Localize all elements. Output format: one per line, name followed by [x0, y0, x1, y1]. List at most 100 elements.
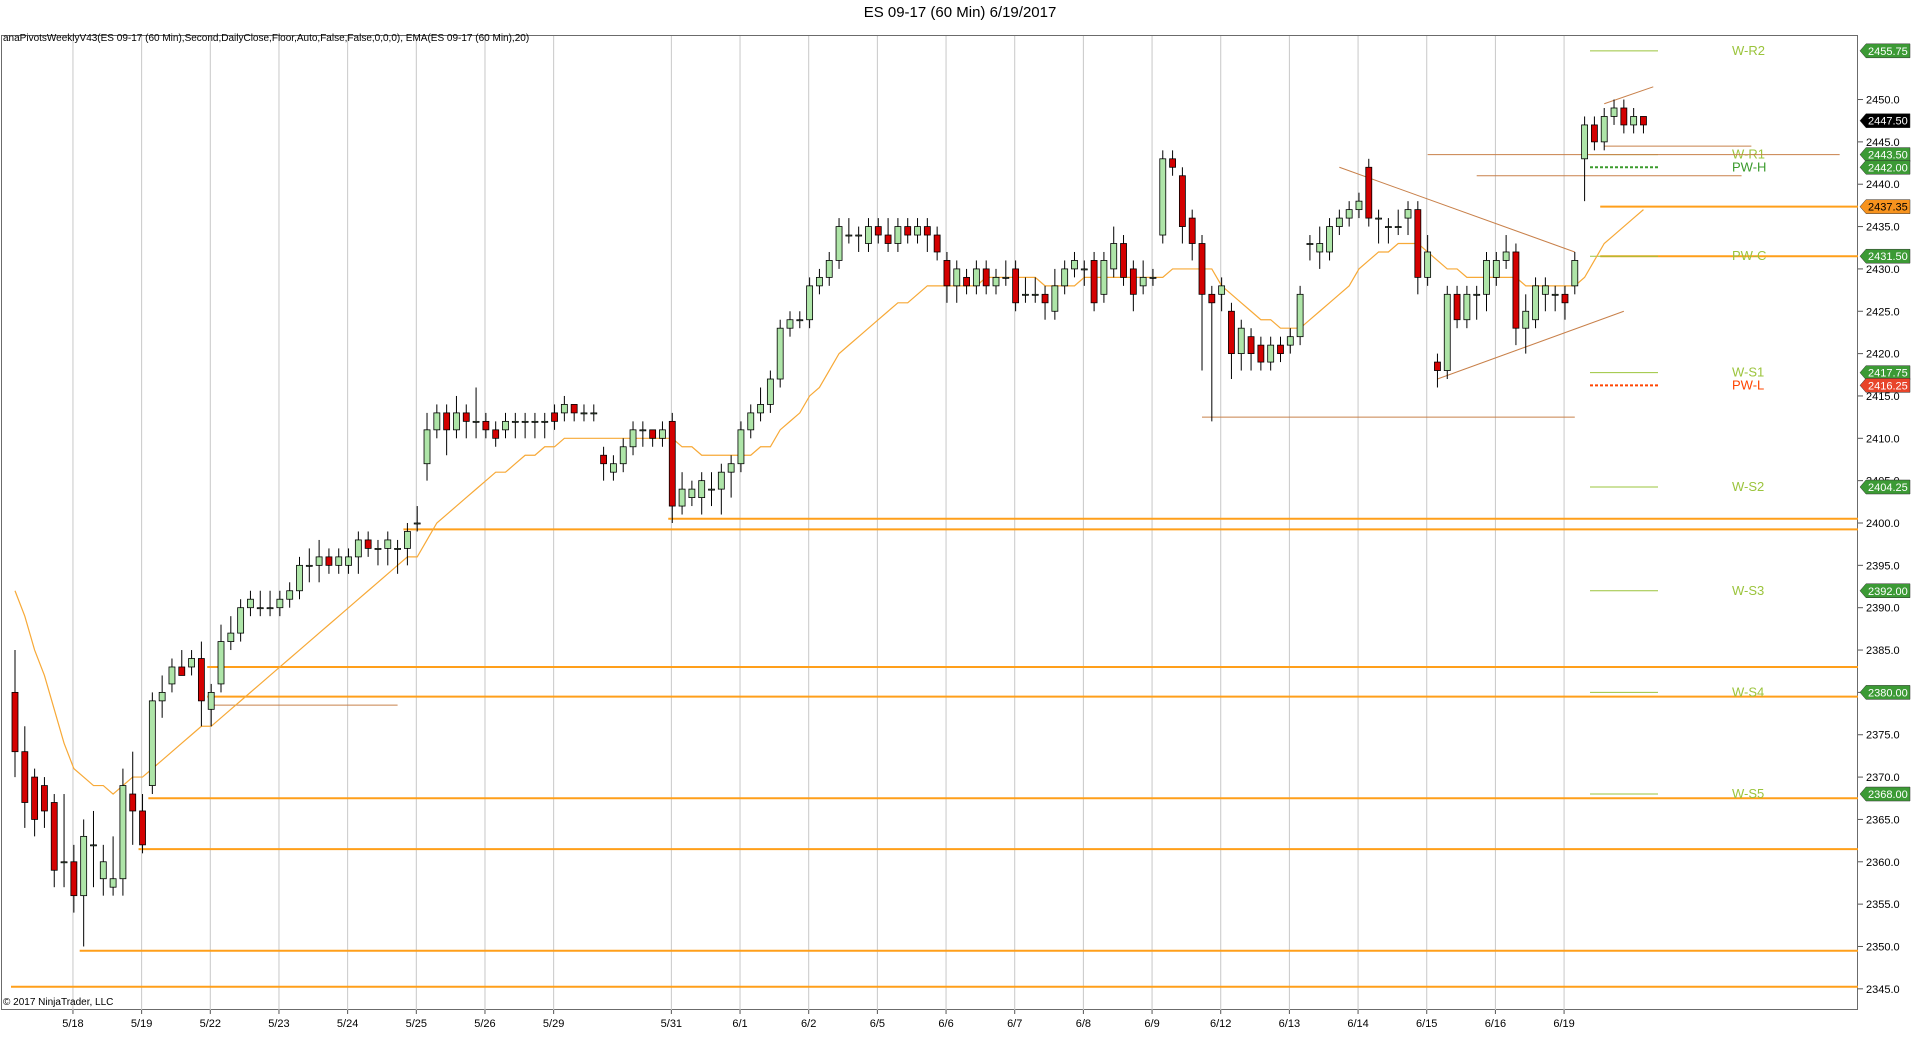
candle-body	[649, 429, 657, 439]
candle-body	[256, 607, 264, 610]
pivot-level-label: W-S3	[1732, 583, 1764, 598]
candle-body	[1267, 344, 1275, 363]
candle-body	[1640, 116, 1647, 126]
y-tick-label: 2445.0	[1866, 137, 1900, 149]
candle-body	[972, 268, 980, 287]
x-tick-label: 6/6	[938, 1018, 953, 1030]
candle-body	[364, 539, 372, 549]
candle-body	[855, 234, 863, 237]
candle-body	[708, 488, 715, 491]
candle-body	[502, 420, 509, 431]
candle-body	[384, 539, 392, 549]
candle-body	[305, 564, 313, 567]
pivot-level-label: W-S4	[1732, 684, 1764, 699]
x-tick-label: 6/13	[1279, 1018, 1300, 1030]
candle-body	[1600, 116, 1608, 143]
candle-body	[207, 691, 215, 710]
y-tick-label: 2410.0	[1866, 433, 1900, 445]
x-tick-label: 5/18	[62, 1018, 83, 1030]
candlestick-chart[interactable]: 5/18 5/19 5/22 5/23 5/24 5/25 5/26 5/29 5/31 6/1 6…	[0, 0, 1920, 1055]
candle-body	[1512, 251, 1520, 329]
price-tag-label: 2442.00	[1868, 162, 1908, 174]
candle-body	[21, 751, 29, 803]
candle-body	[315, 556, 323, 566]
candle-body	[1012, 268, 1020, 304]
candle-body	[1365, 166, 1373, 219]
candle-body	[1345, 209, 1353, 219]
y-tick-label: 2395.0	[1866, 560, 1900, 572]
candle-body	[551, 412, 558, 422]
candle-body	[678, 488, 686, 507]
x-tick-label: 5/23	[268, 1018, 289, 1030]
candle-body	[433, 412, 441, 431]
candle-body	[1247, 336, 1255, 355]
candle-body	[1473, 293, 1481, 296]
candle-body	[492, 429, 500, 439]
candle-body	[776, 327, 784, 380]
x-tick-label: 6/14	[1347, 1018, 1368, 1030]
copyright-text: © 2017 NinjaTrader, LLC	[3, 997, 114, 1008]
x-tick-label: 5/31	[661, 1018, 682, 1030]
candle-body	[531, 420, 539, 423]
candle-body	[1581, 124, 1588, 160]
candle-body	[1139, 276, 1147, 287]
candle-body	[1159, 158, 1167, 236]
candle-body	[1316, 243, 1324, 253]
candle-body	[1483, 260, 1490, 295]
price-tag-label: 2380.00	[1868, 687, 1908, 699]
candle-body	[423, 429, 431, 465]
pivot-level-label: W-R2	[1732, 43, 1765, 58]
y-tick-label: 2430.0	[1866, 264, 1900, 276]
candle-body	[50, 802, 58, 871]
pivot-level-label: PW-C	[1732, 248, 1766, 263]
candle-body	[1218, 285, 1226, 295]
candle-body	[1208, 293, 1216, 304]
candle-body	[668, 420, 676, 507]
candle-body	[374, 548, 382, 550]
price-tag-label: 2443.50	[1868, 150, 1908, 162]
x-tick-label: 5/22	[200, 1018, 221, 1030]
candle-body	[992, 276, 1000, 287]
candle-body	[825, 260, 833, 278]
candle-body	[1129, 268, 1137, 295]
candle-body	[403, 531, 411, 549]
x-tick-label: 6/8	[1076, 1018, 1091, 1030]
candle-body	[1571, 260, 1579, 287]
candle-body	[590, 412, 598, 415]
candle-body	[1257, 344, 1265, 363]
candle-body	[1561, 293, 1569, 304]
candle-body	[482, 420, 490, 431]
candle-body	[1198, 243, 1206, 295]
y-tick-label: 2350.0	[1866, 941, 1900, 953]
candle-body	[1434, 361, 1441, 371]
candle-body	[894, 226, 902, 244]
candle-body	[247, 598, 254, 609]
candle-body	[1061, 268, 1069, 287]
candle-body	[1188, 217, 1196, 244]
candle-body	[413, 522, 421, 525]
candle-body	[129, 793, 137, 812]
candle-body	[600, 454, 607, 465]
candle-body	[747, 412, 755, 431]
candle-body	[1453, 293, 1461, 321]
candle-body	[197, 658, 205, 702]
candle-body	[639, 429, 647, 432]
candle-body	[1169, 158, 1176, 168]
candle-body	[188, 658, 195, 668]
candle-body	[1041, 293, 1049, 304]
candle-body	[296, 564, 303, 592]
y-tick-label: 2390.0	[1866, 603, 1900, 615]
candle-body	[806, 285, 814, 321]
candle-body	[698, 480, 706, 498]
candle-body	[610, 463, 617, 473]
candle-body	[511, 420, 519, 423]
ema-line	[14, 209, 1644, 795]
candle-body	[325, 556, 333, 566]
y-tick-label: 2435.0	[1866, 222, 1900, 234]
candle-body	[1385, 226, 1392, 228]
price-tag-label: 2417.75	[1868, 368, 1908, 380]
candle-body	[1463, 293, 1471, 321]
x-tick-label: 6/15	[1416, 1018, 1437, 1030]
candle-body	[933, 234, 941, 253]
candle-body	[717, 471, 725, 490]
